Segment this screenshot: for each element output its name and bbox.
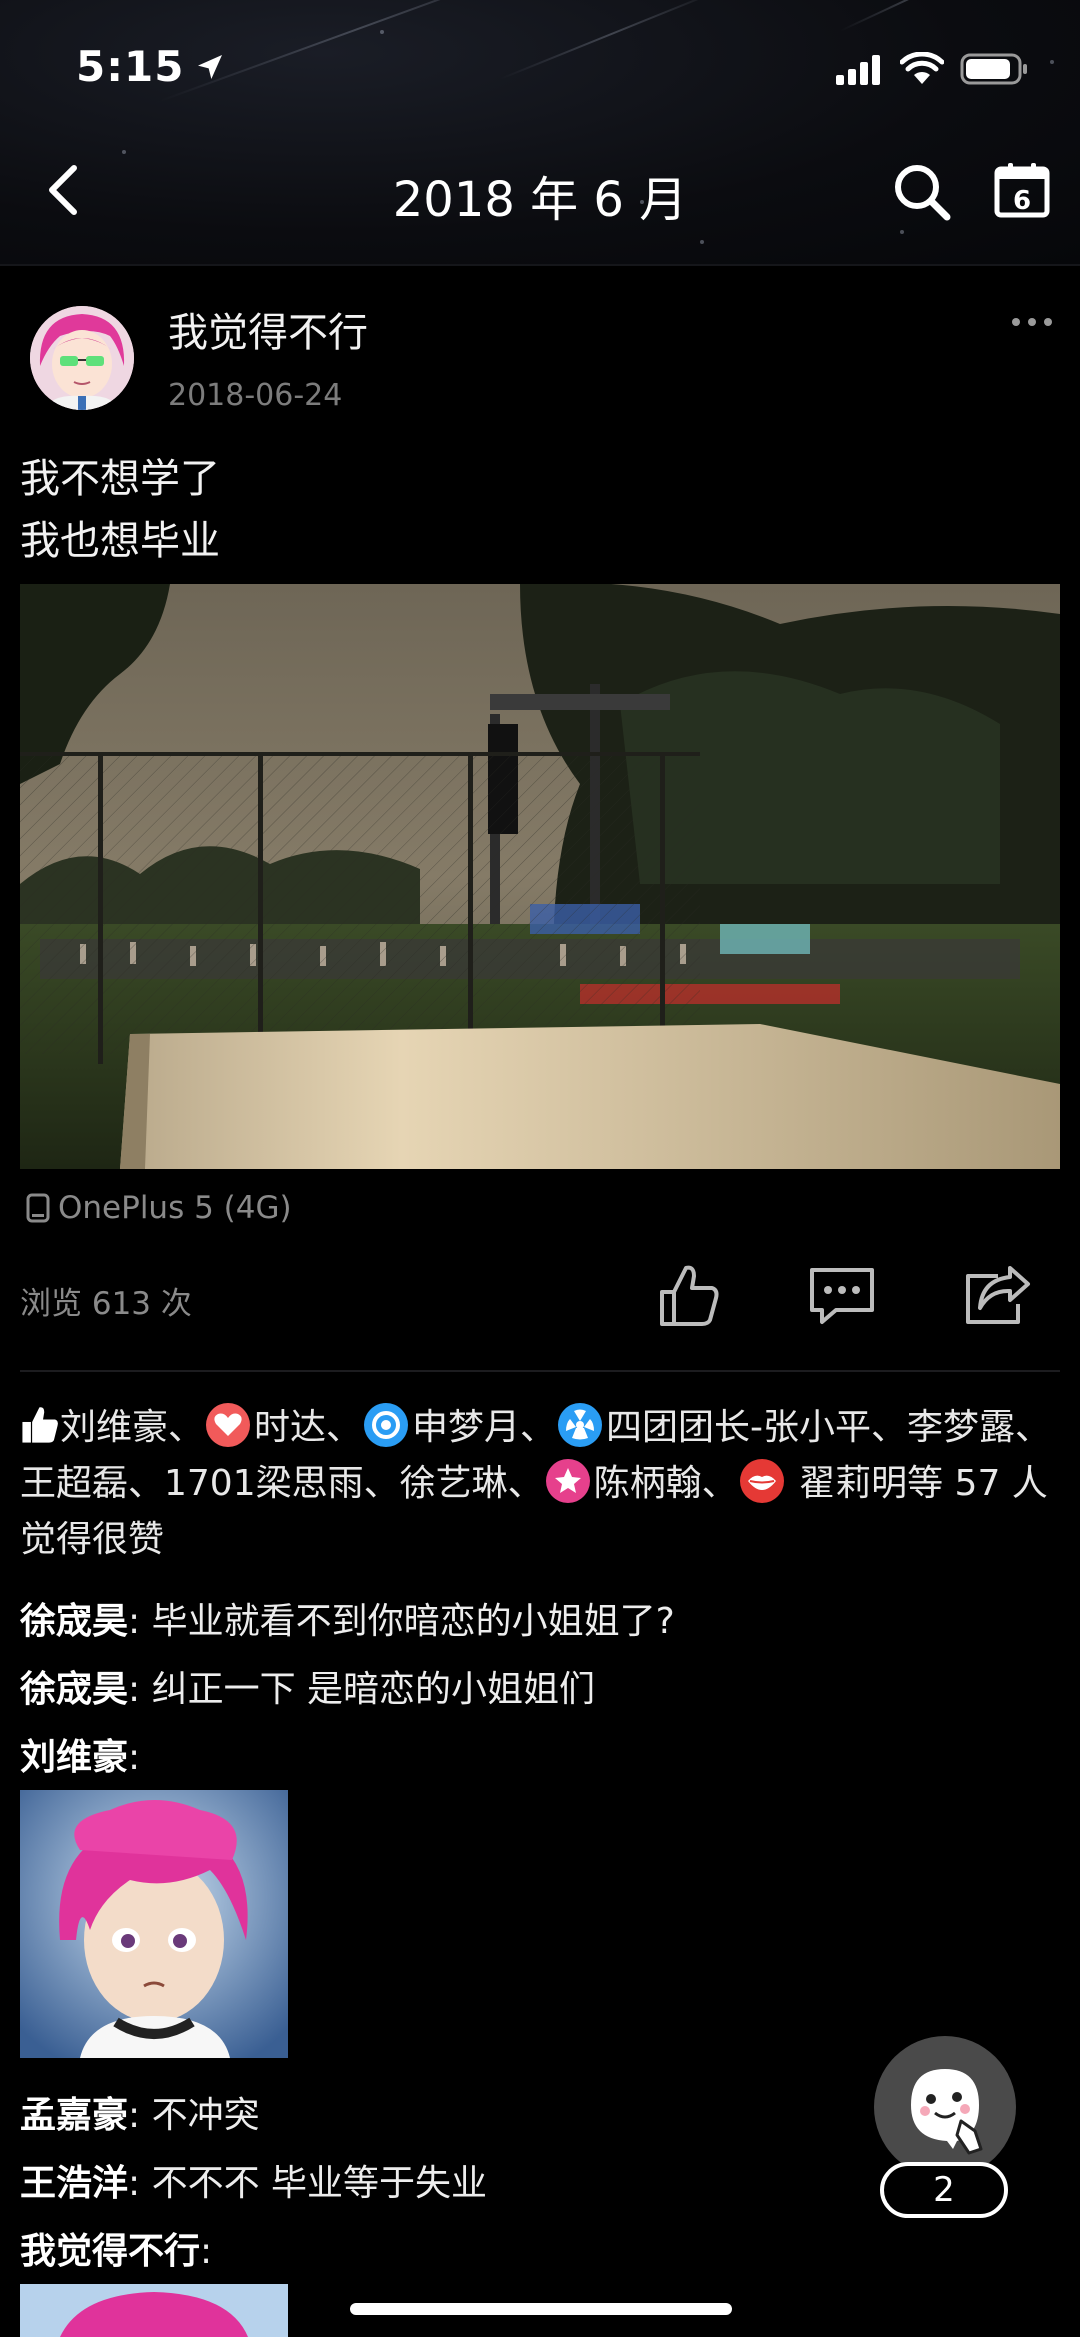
author-avatar[interactable] — [30, 306, 134, 410]
liker-name[interactable]: 陈柄翰、 — [594, 1463, 738, 1504]
share-icon — [966, 1266, 1030, 1324]
battery-icon — [960, 53, 1027, 85]
likes-list: 刘维豪、 时达、 申梦月、 四团团长-张小平、李梦露、王超磊、1701梁思雨、徐… — [20, 1400, 1065, 1568]
status-time: 5:15 — [76, 42, 226, 91]
liker-name[interactable]: 时达、 — [254, 1407, 362, 1448]
phone-icon — [26, 1193, 50, 1223]
comment-item[interactable]: 徐宬昊: 纠正一下 是暗恋的小姐姐们 — [20, 1660, 595, 1712]
post-text-line: 我也想毕业 — [20, 518, 220, 564]
comment-item[interactable]: 我觉得不行: — [20, 2222, 212, 2274]
location-arrow-icon — [198, 54, 223, 79]
ghost-mascot-icon — [911, 2069, 983, 2155]
view-count: 浏览 613 次 — [20, 1286, 192, 1322]
fab-count-badge[interactable]: 2 — [880, 2162, 1008, 2218]
comment-text: 不不不 毕业等于失业 — [151, 2163, 488, 2204]
comment-user[interactable]: 徐宬昊 — [20, 1601, 128, 1642]
festival-photo-image — [20, 584, 1060, 1169]
home-indicator — [350, 2303, 732, 2315]
comment-button[interactable] — [806, 1266, 878, 1326]
comment-icon — [810, 1268, 874, 1324]
avatar-image — [30, 306, 134, 410]
comment-item[interactable]: 徐宬昊: 毕业就看不到你暗恋的小姐姐了? — [20, 1592, 675, 1644]
share-button[interactable] — [962, 1264, 1032, 1326]
author-name[interactable]: 我觉得不行 — [168, 300, 368, 358]
calendar-day-text: 6 — [1013, 186, 1031, 216]
comment-user[interactable]: 徐宬昊 — [20, 1669, 128, 1710]
comment-user[interactable]: 我觉得不行 — [20, 2231, 200, 2272]
anime-boy-image — [20, 1790, 288, 2058]
calendar-button[interactable]: 6 — [992, 160, 1052, 220]
like-button[interactable] — [656, 1262, 722, 1328]
comment-user[interactable]: 孟嘉豪 — [20, 2095, 128, 2136]
status-icons — [836, 52, 1030, 86]
comment-item[interactable]: 王浩洋: 不不不 毕业等于失业 — [20, 2154, 487, 2206]
liker-name[interactable]: 申梦月、 — [412, 1407, 556, 1448]
thumbs-up-icon — [660, 1265, 719, 1326]
comment-text: 毕业就看不到你暗恋的小姐姐了? — [151, 1601, 675, 1642]
comment-text: 不冲突 — [151, 2095, 260, 2136]
more-options-button[interactable] — [1012, 318, 1052, 334]
floating-mascot-button[interactable] — [874, 2036, 1016, 2178]
heart-badge-icon — [206, 1403, 251, 1447]
post-text-line: 我不想学了 — [20, 456, 220, 502]
divider — [20, 1370, 1060, 1372]
anime-boy-image — [20, 2284, 288, 2337]
calendar-icon: 6 — [994, 163, 1050, 218]
radiation-badge-icon — [558, 1403, 603, 1447]
more-dots-icon — [1012, 318, 1020, 326]
device-name: OnePlus 5 (4G) — [58, 1190, 292, 1226]
liker-name[interactable]: 刘维豪、 — [60, 1407, 204, 1448]
comment-item[interactable]: 刘维豪: — [20, 1728, 140, 1780]
post-date: 2018-06-24 — [168, 378, 343, 413]
comment-item[interactable]: 孟嘉豪: 不冲突 — [20, 2086, 260, 2138]
comment-user[interactable]: 王浩洋 — [20, 2163, 128, 2204]
post-photo[interactable] — [20, 584, 1060, 1169]
thumbs-up-icon — [22, 1407, 58, 1443]
lips-badge-icon — [739, 1459, 784, 1503]
device-info: OnePlus 5 (4G) — [26, 1190, 292, 1226]
ring-badge-icon — [364, 1403, 409, 1447]
search-button[interactable] — [890, 160, 954, 224]
comment-image[interactable] — [20, 2284, 288, 2337]
search-icon — [895, 165, 951, 221]
comment-text: 纠正一下 是暗恋的小姐姐们 — [151, 1669, 596, 1710]
cellular-signal-icon — [836, 55, 880, 85]
wifi-icon — [900, 52, 944, 84]
nav-divider — [0, 264, 1080, 266]
status-time-text: 5:15 — [76, 42, 185, 91]
comment-image[interactable] — [20, 1790, 288, 2058]
comment-user[interactable]: 刘维豪 — [20, 1737, 128, 1778]
star-badge-icon — [545, 1459, 590, 1503]
